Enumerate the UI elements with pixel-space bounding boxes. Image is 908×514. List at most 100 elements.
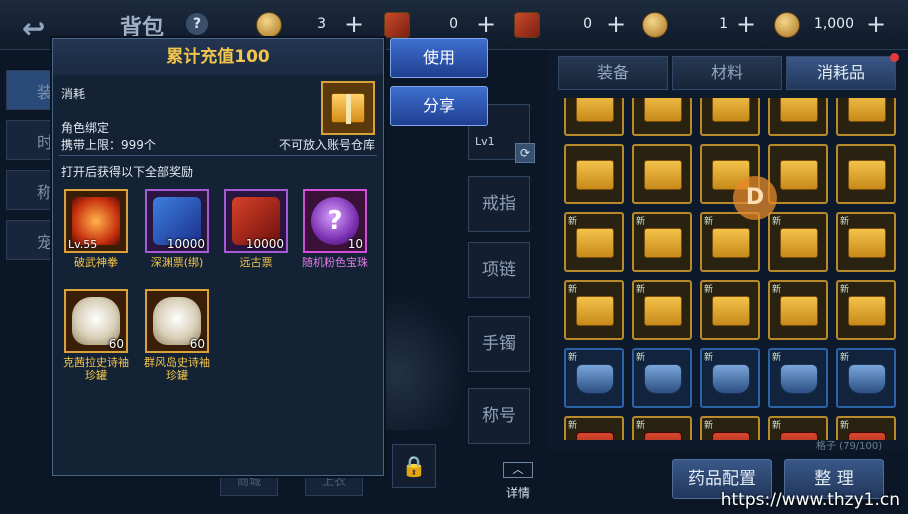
inventory-slot[interactable]: 新: [836, 280, 896, 340]
inventory-slot[interactable]: [700, 98, 760, 136]
watermark: https://www.thzy1.cn: [720, 490, 900, 510]
new-badge: 新: [772, 217, 782, 227]
reward-level: Lv.55: [68, 238, 98, 251]
token-icon: [642, 12, 668, 38]
necklace-slot[interactable]: 项链: [468, 242, 530, 298]
chevron-up-icon: ︿: [503, 462, 533, 478]
left-tab-title[interactable]: 称: [6, 170, 54, 210]
reward-item[interactable]: 10000 深渊票(绑): [142, 189, 212, 269]
inventory-slot[interactable]: [632, 144, 692, 204]
inventory-slot[interactable]: 新: [836, 348, 896, 408]
inventory-slot[interactable]: 新: [700, 280, 760, 340]
new-badge: 新: [840, 285, 850, 295]
reward-frame: 60: [64, 289, 128, 353]
tab-equipment[interactable]: 装备: [558, 56, 668, 90]
new-badge: 新: [568, 353, 578, 363]
add-coin-button[interactable]: +: [344, 12, 364, 36]
character-preview: [380, 290, 470, 430]
inventory-slot[interactable]: 新: [632, 280, 692, 340]
tab-consumables[interactable]: 消耗品: [786, 53, 899, 90]
seat-icon: [644, 364, 682, 394]
back-button[interactable]: ↩: [18, 8, 68, 45]
inventory-slot[interactable]: 新: [564, 280, 624, 340]
inventory-slot[interactable]: 新: [564, 212, 624, 272]
inventory-slot[interactable]: [768, 98, 828, 136]
inventory-slot[interactable]: [564, 98, 624, 136]
reward-item[interactable]: 60 克茜拉史诗袖珍罐: [61, 289, 131, 382]
armor-icon: [712, 432, 750, 440]
gift-box-icon: [712, 228, 750, 258]
scroll-icon: [514, 12, 540, 38]
new-badge: 新: [772, 285, 782, 295]
reward-frame: 10000: [224, 189, 288, 253]
bracelet-slot[interactable]: 手镯: [468, 316, 530, 372]
ring-slot[interactable]: 戒指: [468, 176, 530, 232]
reward-item[interactable]: 10000 远古票: [221, 189, 291, 269]
currency-value: 1: [719, 16, 728, 32]
inventory-slot[interactable]: 新: [768, 348, 828, 408]
currency-ticket: 0 +: [384, 12, 500, 38]
reward-name: 深渊票(绑): [150, 256, 204, 269]
new-badge: 新: [772, 421, 782, 431]
currency-value: 3: [317, 16, 326, 32]
inventory-grid: 新新新新新新新新新新新新新新新新新新新新: [564, 98, 908, 440]
left-tab-fashion[interactable]: 时: [6, 120, 54, 160]
add-token-button[interactable]: +: [736, 12, 756, 36]
item-type: 消耗: [61, 87, 86, 101]
reward-item[interactable]: ? 10 随机粉色宝珠: [300, 189, 370, 269]
new-badge: 新: [636, 285, 646, 295]
left-tab-equipment[interactable]: 装: [6, 70, 54, 110]
tab-consumables-label: 消耗品: [816, 63, 865, 82]
inventory-slot[interactable]: 新: [768, 280, 828, 340]
item-detail-popup: 累计充值100 消耗 角色绑定 携带上限：999个 不可放入账号仓库 打开后获得…: [52, 38, 384, 476]
add-gold-button[interactable]: +: [866, 12, 886, 36]
detail-button[interactable]: ︿ 详情: [498, 462, 538, 502]
gift-box-icon: [780, 228, 818, 258]
inventory-capacity: 格子 (79/100): [816, 441, 883, 452]
inventory-slot[interactable]: 新: [700, 416, 760, 440]
add-ticket-button[interactable]: +: [476, 12, 496, 36]
currency-value: 1,000: [813, 16, 854, 32]
new-badge: 新: [636, 353, 646, 363]
gift-box-icon: [712, 296, 750, 326]
add-scroll-button[interactable]: +: [606, 12, 626, 36]
inventory-slot[interactable]: 新: [768, 212, 828, 272]
gift-box-icon: [576, 98, 614, 122]
left-tab-label: 装: [37, 83, 54, 102]
reward-name: 破武神拳: [74, 256, 118, 269]
refresh-icon[interactable]: ⟳: [515, 143, 535, 163]
inventory-slot[interactable]: 新: [564, 416, 624, 440]
ticket-icon: [384, 12, 410, 38]
coin-icon: [256, 12, 282, 38]
inventory-slot[interactable]: [768, 144, 828, 204]
share-button[interactable]: 分享: [390, 86, 488, 126]
currency-value: 0: [449, 16, 458, 32]
inventory-slot[interactable]: [836, 98, 896, 136]
inventory-slot[interactable]: 新: [836, 212, 896, 272]
gift-box-icon: [848, 296, 886, 326]
inventory-slot[interactable]: [564, 144, 624, 204]
gift-box-icon: [712, 98, 750, 122]
reward-frame: 10000: [145, 189, 209, 253]
inventory-slot[interactable]: [836, 144, 896, 204]
reward-item[interactable]: Lv.55 破武神拳: [61, 189, 131, 269]
tab-materials[interactable]: 材料: [672, 56, 782, 90]
reward-item[interactable]: 60 群风岛史诗袖珍罐: [142, 289, 212, 382]
inventory-slot[interactable]: 新: [700, 212, 760, 272]
inventory-slot[interactable]: 新: [564, 348, 624, 408]
inventory-slot[interactable]: 新: [632, 212, 692, 272]
inventory-slot[interactable]: 新: [632, 348, 692, 408]
use-button[interactable]: 使用: [390, 38, 488, 78]
inventory-slot[interactable]: [632, 98, 692, 136]
inventory-slot[interactable]: 新: [700, 348, 760, 408]
inventory-slot[interactable]: 新: [632, 416, 692, 440]
reward-count: 10000: [166, 237, 205, 251]
new-badge: 新: [568, 421, 578, 431]
left-tab-pet[interactable]: 宠: [6, 220, 54, 260]
title-slot[interactable]: 称号: [468, 388, 530, 444]
gift-box-icon: [848, 98, 886, 122]
gift-box-icon: [321, 81, 375, 135]
help-icon[interactable]: ?: [186, 13, 208, 35]
new-badge: 新: [704, 421, 714, 431]
scroll-index-badge[interactable]: D: [733, 176, 777, 220]
